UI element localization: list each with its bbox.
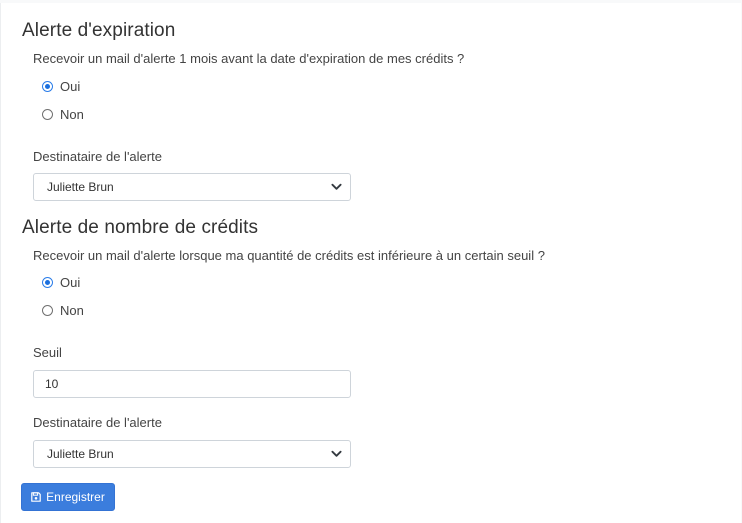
credits-question: Recevoir un mail d'alerte lorsque ma qua… [33,248,545,263]
expiration-recipient-label: Destinataire de l'alerte [33,149,162,164]
floppy-disk-icon [31,492,41,502]
threshold-label: Seuil [33,345,62,360]
threshold-input[interactable]: 10 [33,370,351,398]
expiration-option-oui-label: Oui [60,79,81,94]
save-button-label: Enregistrer [46,490,105,504]
expiration-option-non[interactable]: Non [42,107,84,122]
expiration-radio-oui[interactable] [42,81,53,92]
chevron-down-icon [331,450,342,457]
expiration-question: Recevoir un mail d'alerte 1 mois avant l… [33,51,465,66]
credits-recipient-label: Destinataire de l'alerte [33,415,162,430]
expiration-option-non-label: Non [60,107,84,122]
save-button[interactable]: Enregistrer [21,483,115,511]
credits-radio-non[interactable] [42,305,53,316]
expiration-radio-non[interactable] [42,109,53,120]
expiration-section-title: Alerte d'expiration [22,20,176,41]
credits-radio-oui[interactable] [42,277,53,288]
alert-settings-panel: Alerte d'expiration Recevoir un mail d'a… [0,3,741,523]
chevron-down-icon [331,183,342,190]
expiration-recipient-value: Juliette Brun [47,180,114,194]
credits-section-title: Alerte de nombre de crédits [22,217,259,238]
credits-option-oui-label: Oui [60,275,81,290]
expiration-option-oui[interactable]: Oui [42,79,80,94]
credits-recipient-value: Juliette Brun [47,447,114,461]
credits-recipient-select[interactable]: Juliette Brun [33,440,351,468]
expiration-recipient-select[interactable]: Juliette Brun [33,173,351,201]
credits-option-oui[interactable]: Oui [42,275,80,290]
credits-option-non[interactable]: Non [42,303,84,318]
credits-option-non-label: Non [60,303,84,318]
threshold-value: 10 [45,377,59,391]
